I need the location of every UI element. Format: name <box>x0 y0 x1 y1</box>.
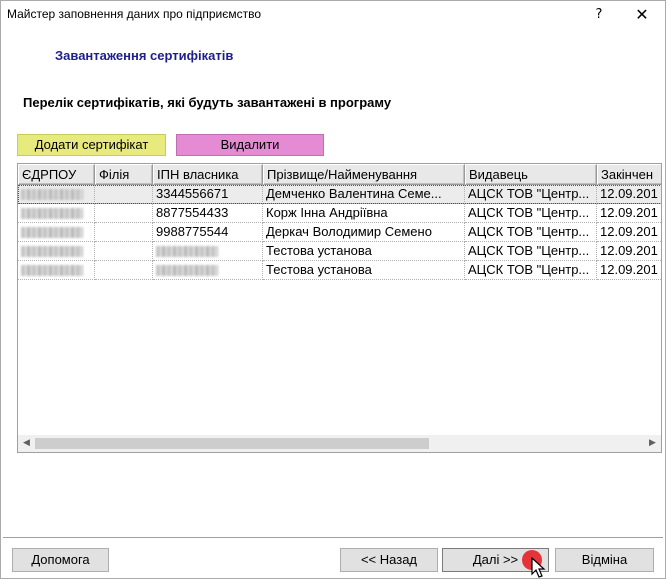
table-row[interactable]: 8877554433 Корж Інна Андріївна АЦСК ТОВ … <box>18 204 661 223</box>
edrpou-cell <box>18 242 95 261</box>
filia-cell <box>95 223 153 242</box>
redacted-value <box>156 265 218 276</box>
horizontal-scrollbar[interactable]: ◀ ▶ <box>18 435 661 452</box>
name-cell: Корж Інна Андріївна <box>263 204 465 223</box>
filia-cell <box>95 204 153 223</box>
name-cell: Тестова установа <box>263 261 465 280</box>
table-row[interactable]: 9988775544 Деркач Володимир Семено АЦСК … <box>18 223 661 242</box>
issuer-cell: АЦСК ТОВ "Центр... <box>465 204 597 223</box>
wizard-window: Майстер заповнення даних про підприємств… <box>0 0 666 579</box>
table-row[interactable]: Тестова установа АЦСК ТОВ "Центр... 12.0… <box>18 242 661 261</box>
scroll-left-icon[interactable]: ◀ <box>18 435 35 452</box>
help-button[interactable]: Допомога <box>12 548 109 572</box>
column-header-edrpou[interactable]: ЄДРПОУ <box>18 164 95 185</box>
table-header: ЄДРПОУ Філія ІПН власника Прізвище/Найме… <box>18 164 661 185</box>
table-row[interactable]: Тестова установа АЦСК ТОВ "Центр... 12.0… <box>18 261 661 280</box>
ipn-cell: 3344556671 <box>153 185 263 204</box>
redacted-value <box>21 246 83 257</box>
back-button[interactable]: << Назад <box>340 548 438 572</box>
expires-cell: 12.09.201 <box>597 185 661 204</box>
cancel-button[interactable]: Відміна <box>555 548 654 572</box>
expires-cell: 12.09.201 <box>597 223 661 242</box>
name-cell: Демченко Валентина Семе... <box>263 185 465 204</box>
certificates-table[interactable]: ЄДРПОУ Філія ІПН власника Прізвище/Найме… <box>17 163 662 453</box>
ipn-cell: 9988775544 <box>153 223 263 242</box>
edrpou-cell <box>18 223 95 242</box>
ipn-cell <box>153 261 263 280</box>
footer-divider <box>3 537 663 539</box>
issuer-cell: АЦСК ТОВ "Центр... <box>465 261 597 280</box>
column-header-expires[interactable]: Закінчен <box>597 164 661 185</box>
issuer-cell: АЦСК ТОВ "Центр... <box>465 223 597 242</box>
redacted-value <box>21 265 83 276</box>
scrollbar-thumb[interactable] <box>35 438 429 449</box>
name-cell: Тестова установа <box>263 242 465 261</box>
filia-cell <box>95 261 153 280</box>
add-certificate-button[interactable]: Додати сертифікат <box>17 134 166 156</box>
title-bar: Майстер заповнення даних про підприємств… <box>1 1 665 29</box>
issuer-cell: АЦСК ТОВ "Центр... <box>465 242 597 261</box>
column-header-name[interactable]: Прізвище/Найменування <box>263 164 465 185</box>
window-title: Майстер заповнення даних про підприємств… <box>7 7 262 21</box>
delete-button[interactable]: Видалити <box>176 134 324 156</box>
scroll-right-icon[interactable]: ▶ <box>644 435 661 452</box>
redacted-value <box>21 227 83 238</box>
help-icon[interactable]: ? <box>585 3 613 27</box>
mouse-pointer-icon <box>531 557 546 578</box>
edrpou-cell <box>18 261 95 280</box>
redacted-value <box>21 189 83 200</box>
redacted-value <box>21 208 83 219</box>
expires-cell: 12.09.201 <box>597 261 661 280</box>
name-cell: Деркач Володимир Семено <box>263 223 465 242</box>
edrpou-cell <box>18 185 95 204</box>
filia-cell <box>95 242 153 261</box>
ipn-cell: 8877554433 <box>153 204 263 223</box>
ipn-cell <box>153 242 263 261</box>
column-header-ipn[interactable]: ІПН власника <box>153 164 263 185</box>
filia-cell <box>95 185 153 204</box>
column-header-filia[interactable]: Філія <box>95 164 153 185</box>
expires-cell: 12.09.201 <box>597 204 661 223</box>
redacted-value <box>156 246 218 257</box>
list-heading: Перелік сертифікатів, які будуть заванта… <box>23 95 392 110</box>
edrpou-cell <box>18 204 95 223</box>
column-header-issuer[interactable]: Видавець <box>465 164 597 185</box>
table-row[interactable]: 3344556671 Демченко Валентина Семе... АЦ… <box>18 185 661 204</box>
expires-cell: 12.09.201 <box>597 242 661 261</box>
step-title: Завантаження сертифікатів <box>55 48 234 63</box>
issuer-cell: АЦСК ТОВ "Центр... <box>465 185 597 204</box>
close-icon[interactable]: ✕ <box>625 3 659 27</box>
